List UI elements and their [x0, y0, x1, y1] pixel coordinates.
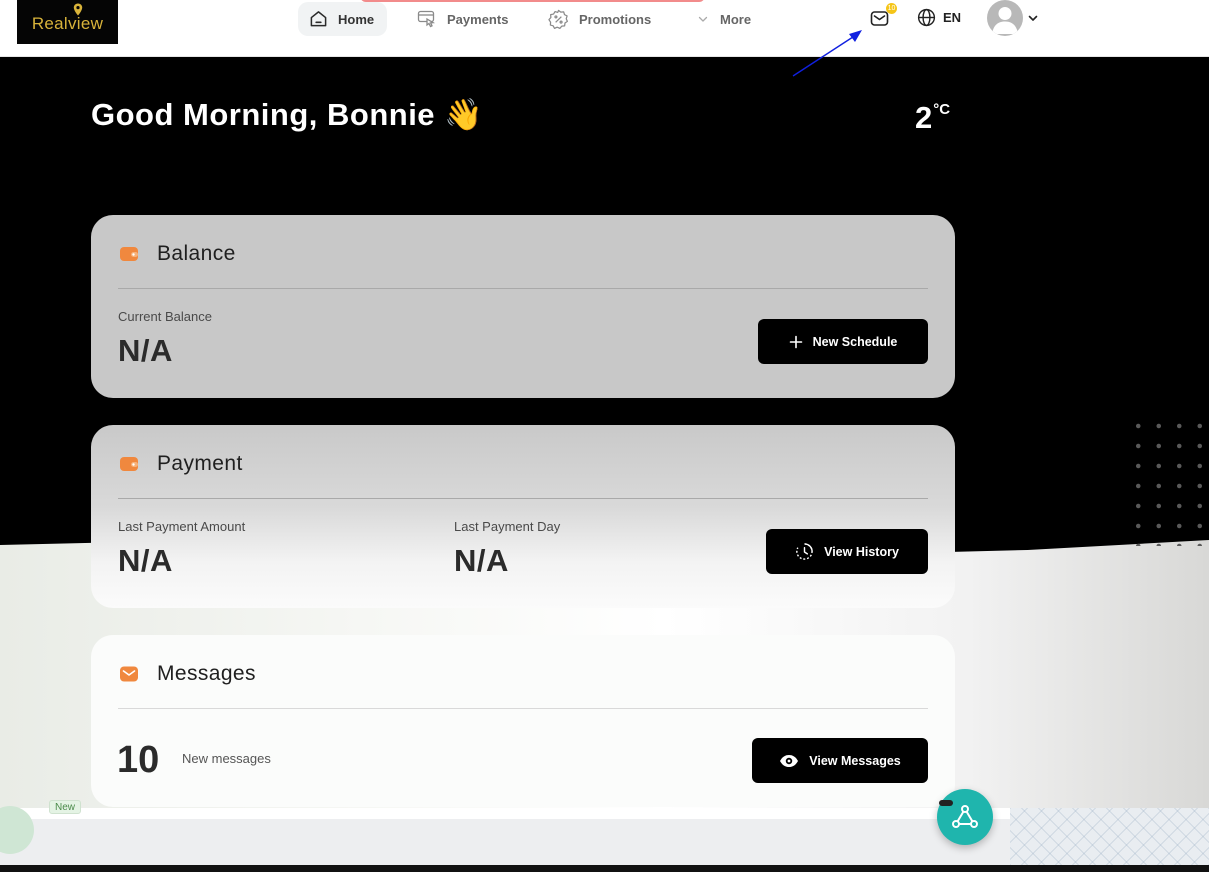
mail-icon — [870, 11, 889, 26]
mail-button[interactable] — [870, 10, 889, 27]
share-fab-button[interactable] — [937, 789, 993, 845]
temperature-unit: °C — [933, 101, 951, 118]
wallet-icon — [120, 457, 138, 471]
chevron-down-icon — [698, 16, 708, 22]
discount-badge-icon — [548, 9, 568, 29]
messages-card: Messages 10 New messages View Messages — [91, 635, 955, 807]
payment-card: Payment Last Payment Amount N/A Last Pay… — [91, 425, 955, 608]
user-silhouette-icon — [992, 7, 1018, 34]
temperature-value: 2 — [915, 100, 933, 135]
current-balance-label: Current Balance — [118, 309, 212, 324]
language-label: EN — [943, 10, 962, 25]
logo-text: Realview — [31, 14, 104, 33]
bottom-strip-top — [0, 808, 1010, 819]
nav-promotions[interactable]: Promotions — [537, 2, 662, 36]
payment-card-title: Payment — [157, 452, 243, 475]
fab-top-tab — [939, 800, 953, 806]
balance-card: Balance Current Balance N/A New Schedule — [91, 215, 955, 398]
temperature-display: 2°C — [915, 100, 950, 136]
new-messages-count: 10 — [117, 739, 160, 781]
mail-count-badge: 10 — [886, 3, 897, 14]
nav-home[interactable]: Home — [298, 2, 387, 36]
bottom-pattern-decoration — [1010, 808, 1209, 865]
payment-card-icon — [417, 10, 436, 28]
home-icon — [310, 11, 327, 27]
bottom-edge — [0, 865, 1209, 872]
view-history-label: View History — [824, 544, 899, 559]
view-messages-button[interactable]: View Messages — [752, 738, 928, 783]
last-payment-amount-label: Last Payment Amount — [118, 519, 246, 534]
wallet-icon — [120, 247, 138, 261]
realview-logo[interactable]: Realview — [17, 0, 118, 44]
last-payment-day-value: N/A — [454, 543, 509, 578]
background-new-badge: New — [49, 800, 82, 814]
view-history-button[interactable]: View History — [766, 529, 928, 574]
language-selector[interactable]: EN — [917, 8, 961, 27]
user-avatar[interactable] — [987, 0, 1023, 36]
account-menu-toggle[interactable] — [1027, 12, 1039, 24]
eye-icon — [780, 754, 799, 767]
new-messages-label: New messages — [182, 751, 271, 766]
network-share-icon — [952, 805, 978, 828]
messages-card-title: Messages — [157, 662, 256, 685]
last-payment-day-label: Last Payment Day — [454, 519, 561, 534]
dot-grid-decoration — [1128, 416, 1209, 546]
globe-icon — [917, 8, 936, 27]
envelope-icon — [120, 666, 138, 682]
plus-icon — [789, 335, 802, 348]
view-messages-label: View Messages — [809, 753, 901, 768]
balance-card-title: Balance — [157, 242, 236, 265]
nav-promotions-label: Promotions — [579, 11, 652, 27]
nav-more[interactable]: More — [685, 2, 762, 36]
greeting-heading: Good Morning, Bonnie 👋 — [91, 97, 484, 132]
current-balance-value: N/A — [118, 333, 173, 368]
nav-home-label: Home — [338, 11, 375, 27]
card-divider — [118, 288, 928, 289]
new-schedule-label: New Schedule — [812, 334, 898, 349]
chevron-down-icon — [1028, 15, 1038, 21]
location-pin-icon — [73, 3, 83, 16]
last-payment-amount-value: N/A — [118, 543, 173, 578]
nav-payments-label: Payments — [447, 11, 509, 27]
card-divider — [118, 708, 928, 709]
nav-payments[interactable]: Payments — [406, 2, 519, 36]
nav-more-label: More — [720, 11, 752, 27]
card-divider — [118, 498, 928, 499]
new-schedule-button[interactable]: New Schedule — [758, 319, 928, 364]
history-clock-icon — [796, 543, 813, 560]
top-header: Realview Home Payments Promotions More 1… — [0, 0, 1209, 57]
